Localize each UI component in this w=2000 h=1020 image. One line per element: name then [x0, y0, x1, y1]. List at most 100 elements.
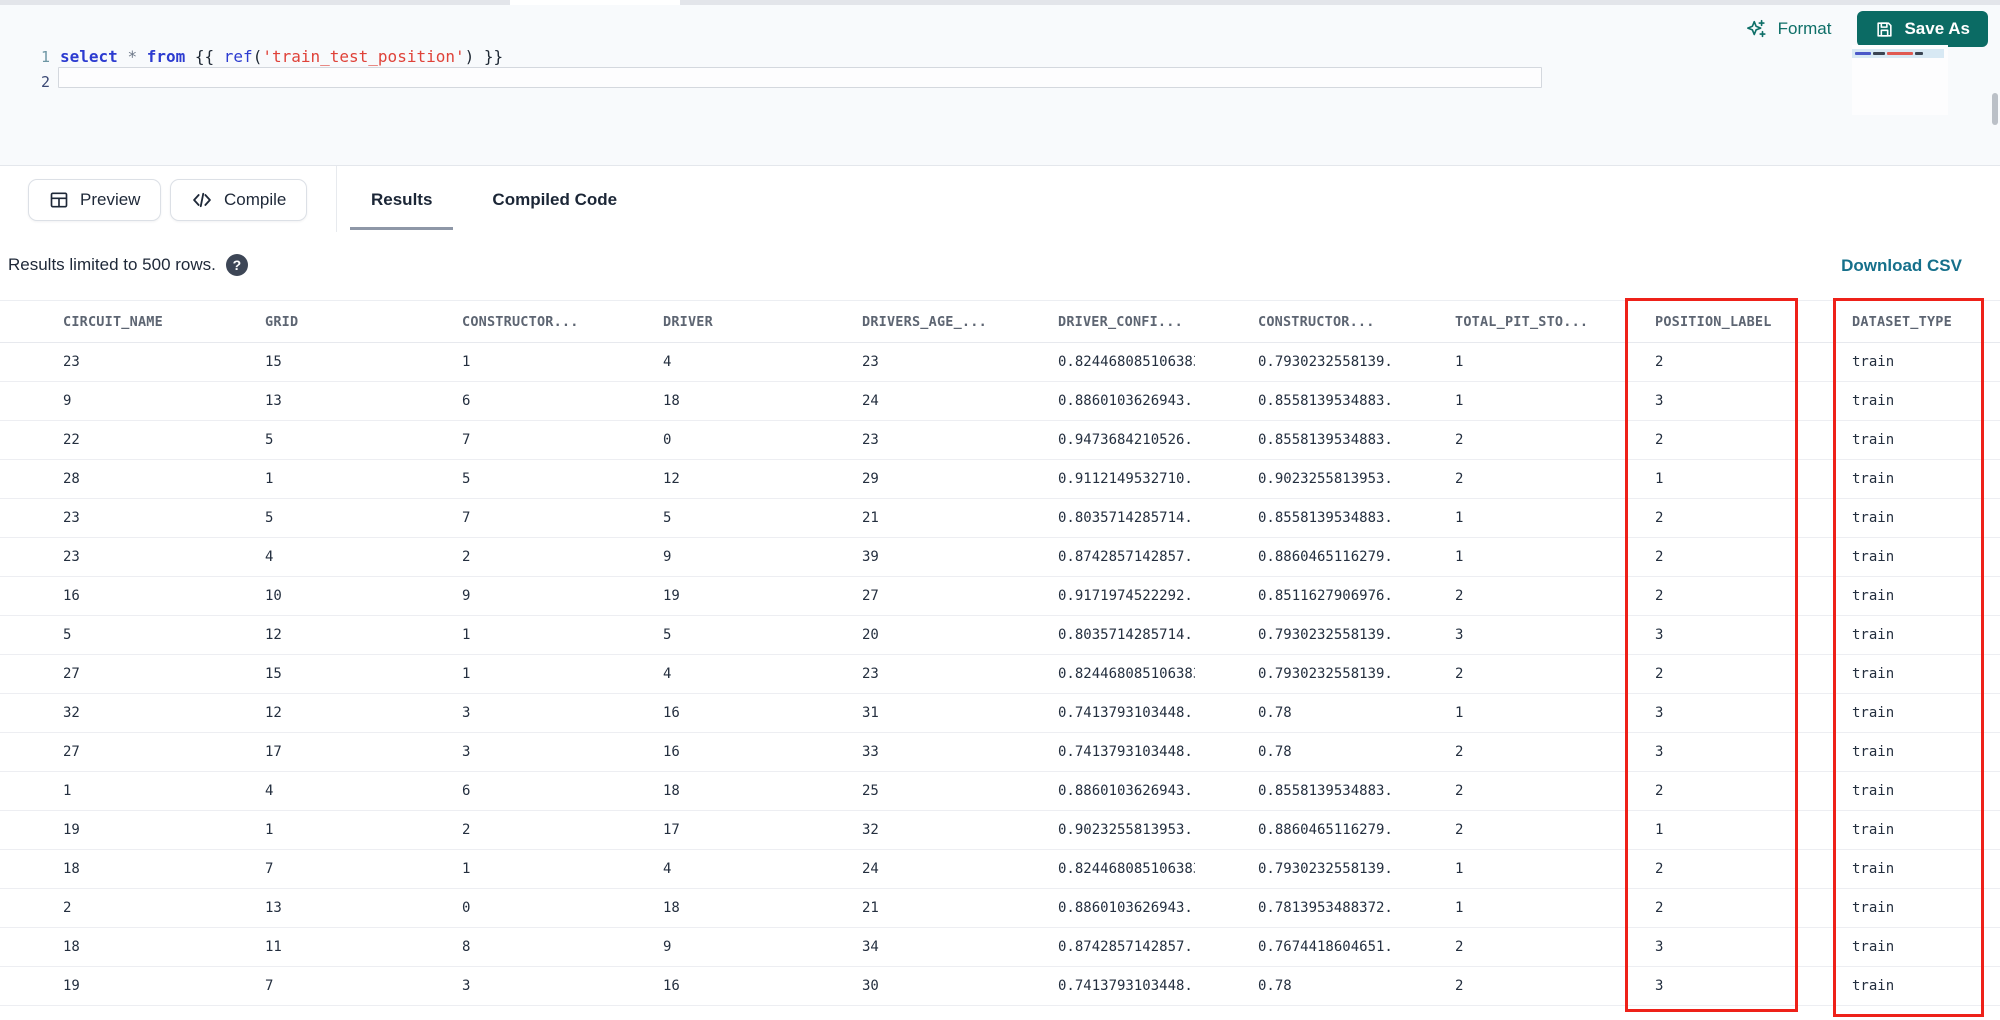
download-csv-link[interactable]: Download CSV	[1841, 256, 1962, 276]
table-row: 19 1 2 17 32 0.9023255813953... 0.886046511627…	[0, 811, 2000, 850]
save-as-button[interactable]: Save As	[1857, 11, 1988, 47]
line-number-2: 2	[40, 73, 50, 91]
table-cell: 0.8511627906976...	[1258, 588, 1392, 604]
table-cell: 19	[663, 588, 680, 604]
table-cell: 1	[265, 471, 274, 487]
table-cell: 0	[663, 432, 672, 448]
table-cell: 2	[1655, 666, 1664, 682]
editor-actions: Format Save As	[1746, 11, 1988, 47]
table-cell: 1	[1455, 900, 1464, 916]
table-cell: 23	[862, 666, 879, 682]
table-cell: 1	[462, 666, 471, 682]
table-cell: 0.7674418604651...	[1258, 939, 1392, 955]
table-cell: 5	[265, 510, 274, 526]
table-cell: 2	[1655, 510, 1664, 526]
code-token-keyword: from	[146, 47, 186, 66]
table-cell: 24	[862, 393, 879, 409]
column-header[interactable]: POSITION_LABEL	[1592, 314, 1789, 330]
table-cell: 13	[265, 900, 282, 916]
table-cell: 2	[462, 549, 471, 565]
active-line-cursor-box[interactable]	[58, 67, 1542, 88]
table-cell: 2	[1655, 783, 1664, 799]
table-cell: 0.8558139534883...	[1258, 783, 1392, 799]
table-cell: 9	[663, 549, 672, 565]
table-cell: 0.9473684210526...	[1058, 432, 1195, 448]
code-line-1[interactable]: select * from {{ ref('train_test_positio…	[60, 47, 503, 67]
column-header[interactable]: DATASET_TYPE	[1789, 314, 2000, 330]
table-cell: 3	[462, 744, 471, 760]
column-header[interactable]: CIRCUIT_NAME	[0, 314, 202, 330]
table-cell: 1	[1455, 393, 1464, 409]
code-editor[interactable]: Format Save As 1 2 select * from {{ ref(…	[0, 5, 2000, 165]
table-cell: 2	[1655, 354, 1664, 370]
table-cell: 6	[462, 393, 471, 409]
table-cell: 32	[63, 705, 80, 721]
table-row: 27 17 3 16 33 0.7413793103448... 0.78 2 3 train	[0, 733, 2000, 772]
table-cell: 1	[1455, 510, 1464, 526]
editor-minimap[interactable]	[1852, 45, 1948, 115]
column-header[interactable]: CONSTRUCTOR...	[399, 314, 600, 330]
table-cell: 0.8558139534883...	[1258, 510, 1392, 526]
table-cell: 0.8860465116279...	[1258, 549, 1392, 565]
column-header[interactable]: DRIVER	[600, 314, 799, 330]
table-cell: 7	[462, 510, 471, 526]
table-cell: 0.8558139534883...	[1258, 432, 1392, 448]
code-token-keyword: select	[60, 47, 118, 66]
column-header[interactable]: CONSTRUCTOR...	[1195, 314, 1392, 330]
code-token-string: 'train_test_position'	[262, 47, 465, 66]
table-cell: 2	[1455, 978, 1464, 994]
table-cell: 0.7813953488372...	[1258, 900, 1392, 916]
table-cell: 4	[265, 549, 274, 565]
tab-results[interactable]: Results	[350, 166, 454, 233]
table-cell: 23	[862, 432, 879, 448]
table-cell: 16	[663, 744, 680, 760]
code-token-punct: }}	[474, 47, 504, 66]
table-cell: 3	[1655, 978, 1664, 994]
results-limit-text: Results limited to 500 rows.	[8, 255, 216, 274]
editor-scrollbar-thumb[interactable]	[1992, 93, 1998, 125]
tab-compiled-code[interactable]: Compiled Code	[471, 166, 638, 233]
minimap-code-mark	[1855, 52, 1871, 55]
table-cell: 4	[663, 861, 672, 877]
table-cell: 25	[862, 783, 879, 799]
table-cell: 3	[1455, 627, 1464, 643]
table-cell: 27	[63, 666, 80, 682]
column-header[interactable]: TOTAL_PIT_STO...	[1392, 314, 1592, 330]
code-token-punct: )	[464, 47, 475, 66]
table-cell: 2	[1455, 666, 1464, 682]
code-token-punct: {{	[185, 47, 224, 66]
line-number-gutter: 1 2	[24, 45, 50, 95]
column-header[interactable]: GRID	[202, 314, 399, 330]
table-cell: 12	[663, 471, 680, 487]
minimap-code-mark	[1873, 52, 1885, 55]
table-cell: 18	[663, 783, 680, 799]
table-cell: train	[1852, 588, 1895, 604]
table-cell: 3	[1655, 705, 1664, 721]
table-cell: 1	[63, 783, 72, 799]
table-cell: 0.7930232558139...	[1258, 861, 1392, 877]
preview-button[interactable]: Preview	[28, 179, 162, 221]
format-button[interactable]: Format	[1746, 18, 1831, 40]
table-cell: 0.7930232558139...	[1258, 627, 1392, 643]
table-cell: 2	[1655, 588, 1664, 604]
table-cell: 30	[862, 978, 879, 994]
table-cell: train	[1852, 627, 1895, 643]
table-cell: 23	[862, 354, 879, 370]
table-cell: 3	[1655, 939, 1664, 955]
help-icon[interactable]: ?	[225, 254, 248, 276]
code-token-function: ref	[223, 47, 253, 66]
table-cell: 2	[1655, 549, 1664, 565]
table-cell: 16	[63, 588, 80, 604]
table-cell: 3	[1655, 744, 1664, 760]
table-row: 1 4 6 18 25 0.8860103626943... 0.8558139534883…	[0, 772, 2000, 811]
table-cell: train	[1852, 783, 1895, 799]
table-cell: 1	[462, 354, 471, 370]
column-header[interactable]: DRIVER_CONFI...	[995, 314, 1195, 330]
table-cell: 24	[862, 861, 879, 877]
table-cell: 0.7413793103448...	[1058, 744, 1195, 760]
table-cell: train	[1852, 354, 1895, 370]
column-header[interactable]: DRIVERS_AGE_...	[799, 314, 995, 330]
table-header-row: CIRCUIT_NAME GRID CONSTRUCTOR... DRIVER DRIV…	[0, 300, 2000, 343]
table-cell: 33	[862, 744, 879, 760]
compile-button[interactable]: Compile	[170, 179, 308, 221]
